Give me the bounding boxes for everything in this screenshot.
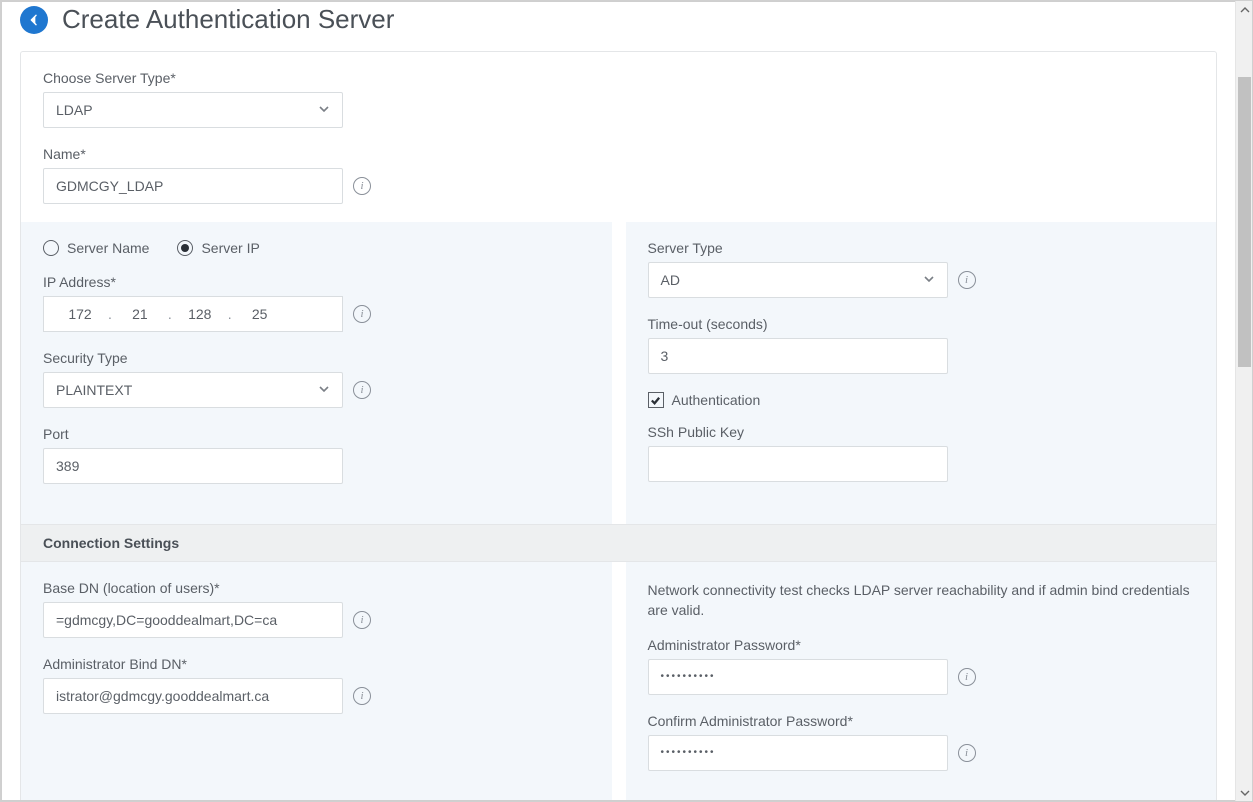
scrollbar[interactable]	[1235, 1, 1252, 801]
info-icon[interactable]: i	[353, 687, 371, 705]
check-icon	[650, 395, 661, 406]
binddn-input[interactable]	[43, 678, 343, 714]
arrow-left-icon	[26, 12, 42, 28]
authentication-label: Authentication	[672, 392, 761, 408]
chevron-down-icon	[923, 272, 935, 288]
info-icon[interactable]: i	[353, 305, 371, 323]
timeout-input[interactable]	[648, 338, 948, 374]
port-label: Port	[43, 426, 590, 442]
radio-server-ip[interactable]: Server IP	[177, 240, 259, 256]
security-type-label: Security Type	[43, 350, 590, 366]
admin-pw-label: Administrator Password*	[648, 637, 1195, 653]
basedn-label: Base DN (location of users)*	[43, 580, 590, 596]
ip-octet-1[interactable]	[56, 306, 104, 322]
radio-server-name-label: Server Name	[67, 240, 149, 256]
info-icon[interactable]: i	[958, 668, 976, 686]
left-panel: Server Name Server IP IP Address* .	[21, 222, 612, 524]
info-icon[interactable]: i	[353, 381, 371, 399]
confirm-pw-input[interactable]: ••••••••••	[648, 735, 948, 771]
ip-octet-2[interactable]	[116, 306, 164, 322]
radio-server-name[interactable]: Server Name	[43, 240, 149, 256]
ip-octet-3[interactable]	[176, 306, 224, 322]
ip-octet-4[interactable]	[236, 306, 284, 322]
back-button[interactable]	[20, 6, 48, 34]
form-card: Choose Server Type* LDAP Name* i	[20, 51, 1217, 801]
info-icon[interactable]: i	[958, 271, 976, 289]
conn-left-panel: Base DN (location of users)* i Administr…	[21, 562, 612, 801]
basedn-input[interactable]	[43, 602, 343, 638]
ssh-key-label: SSh Public Key	[648, 424, 1195, 440]
server-type-value: LDAP	[56, 102, 93, 118]
scrollbar-thumb[interactable]	[1238, 77, 1251, 367]
admin-pw-input[interactable]: ••••••••••	[648, 659, 948, 695]
confirm-pw-label: Confirm Administrator Password*	[648, 713, 1195, 729]
name-label: Name*	[43, 146, 1194, 162]
connectivity-desc: Network connectivity test checks LDAP se…	[648, 580, 1195, 621]
timeout-label: Time-out (seconds)	[648, 316, 1195, 332]
name-input[interactable]	[43, 168, 343, 204]
server-type2-label: Server Type	[648, 240, 1195, 256]
info-icon[interactable]: i	[353, 177, 371, 195]
chevron-down-icon	[318, 382, 330, 398]
info-icon[interactable]: i	[958, 744, 976, 762]
security-type-value: PLAINTEXT	[56, 382, 132, 398]
page-title: Create Authentication Server	[62, 4, 394, 35]
chevron-down-icon	[318, 102, 330, 118]
server-type2-select[interactable]: AD	[648, 262, 948, 298]
conn-right-panel: Network connectivity test checks LDAP se…	[626, 562, 1217, 801]
info-icon[interactable]: i	[353, 611, 371, 629]
ssh-key-input[interactable]	[648, 446, 948, 482]
scroll-up-arrow-icon[interactable]	[1236, 1, 1253, 18]
ip-address-input[interactable]: . . .	[43, 296, 343, 332]
ip-address-label: IP Address*	[43, 274, 590, 290]
binddn-label: Administrator Bind DN*	[43, 656, 590, 672]
port-input[interactable]	[43, 448, 343, 484]
security-type-select[interactable]: PLAINTEXT	[43, 372, 343, 408]
scroll-down-arrow-icon[interactable]	[1236, 784, 1253, 801]
connection-settings-header: Connection Settings	[21, 524, 1216, 562]
authentication-checkbox[interactable]: Authentication	[648, 392, 1195, 408]
radio-server-ip-label: Server IP	[201, 240, 259, 256]
server-type-select[interactable]: LDAP	[43, 92, 343, 128]
server-type2-value: AD	[661, 272, 680, 288]
server-type-label: Choose Server Type*	[43, 70, 1194, 86]
content-viewport[interactable]: Create Authentication Server Choose Serv…	[1, 1, 1236, 801]
right-panel: Server Type AD i Time-out	[626, 222, 1217, 524]
